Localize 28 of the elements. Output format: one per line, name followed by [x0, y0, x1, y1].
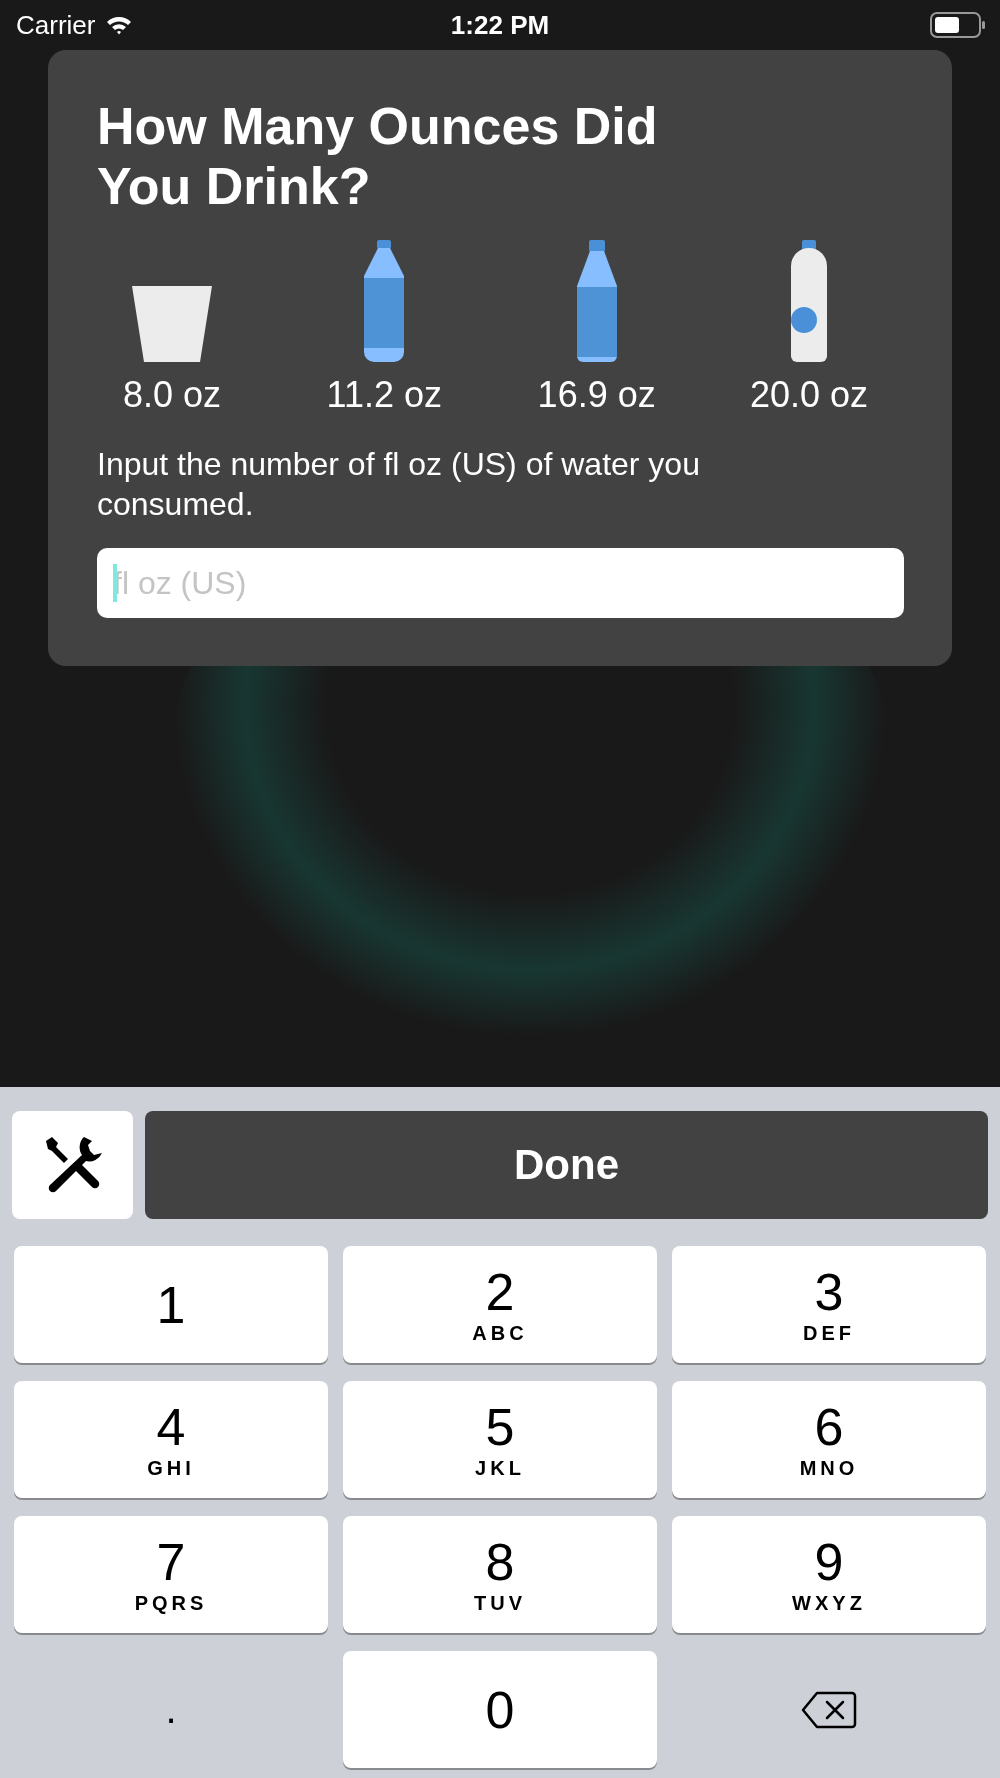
instruction-text: Input the number of fl oz (US) of water you consumed. — [97, 445, 701, 524]
ounce-label: 8.0 oz — [122, 374, 222, 416]
clock-time: 1:22 PM — [450, 9, 550, 41]
keypad-key[interactable]: 1 — [14, 1246, 328, 1363]
done-button[interactable]: Done — [145, 1111, 988, 1219]
keypad-key[interactable]: 3 DEF — [672, 1246, 986, 1363]
tools-button[interactable] — [12, 1111, 133, 1219]
ounce-label: 11.2 oz — [326, 374, 443, 416]
bottle-icon[interactable] — [791, 240, 827, 362]
keypad-key[interactable]: 0 — [343, 1651, 657, 1768]
keypad-key[interactable]: 7 PQRS — [14, 1516, 328, 1633]
wifi-icon — [105, 15, 134, 35]
backspace-icon — [801, 1689, 857, 1730]
keypad-key[interactable]: 9 WXYZ — [672, 1516, 986, 1633]
dialog-title: How Many Ounces Did You Drink? — [97, 96, 659, 216]
keypad-key[interactable]: 4 GHI — [14, 1381, 328, 1498]
keypad-key[interactable]: 6 MNO — [672, 1381, 986, 1498]
ounce-label: 16.9 oz — [537, 374, 656, 416]
battery-icon — [930, 12, 986, 38]
keypad-key[interactable]: 5 JKL — [343, 1381, 657, 1498]
keypad-key[interactable]: 2 ABC — [343, 1246, 657, 1363]
bottle-icon[interactable] — [364, 240, 405, 362]
cup-icon[interactable] — [132, 286, 212, 362]
ounce-label: 20.0 oz — [749, 374, 869, 416]
keypad-key[interactable]: 8 TUV — [343, 1516, 657, 1633]
decimal-key[interactable]: . — [14, 1651, 328, 1768]
bottle-icon[interactable] — [576, 240, 617, 362]
carrier-label: Carrier — [16, 9, 96, 41]
